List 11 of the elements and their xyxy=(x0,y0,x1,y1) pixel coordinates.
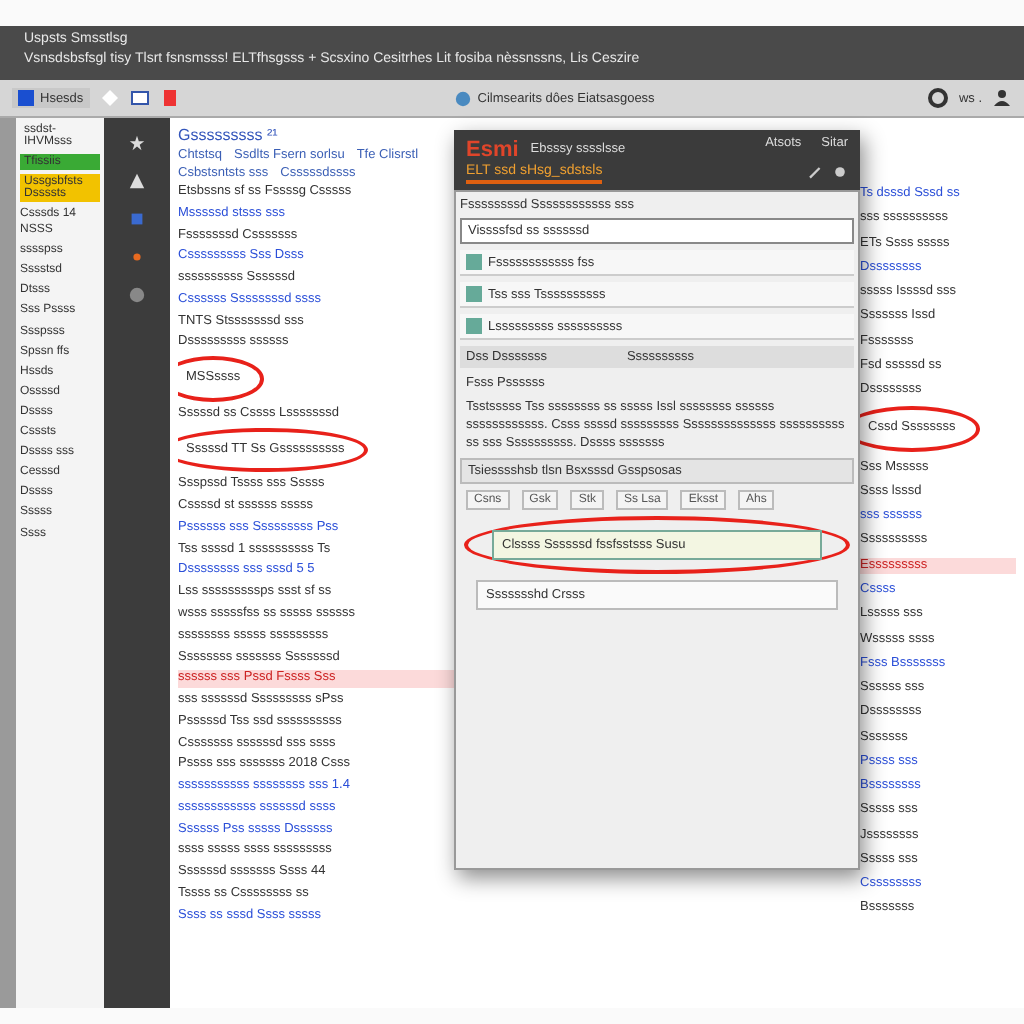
app-icon xyxy=(18,90,34,106)
user-icon[interactable] xyxy=(992,88,1012,108)
dialog-title: Esmi xyxy=(466,137,519,161)
star-icon[interactable] xyxy=(128,134,146,152)
pencil-icon[interactable] xyxy=(806,164,822,180)
logo-text: Gsssssssss ²¹ xyxy=(178,126,280,144)
document-icon[interactable] xyxy=(129,88,150,108)
circle-icon[interactable] xyxy=(128,286,146,304)
bookmark-icon[interactable] xyxy=(159,88,180,108)
triangle-icon[interactable] xyxy=(128,172,146,190)
dot-icon[interactable] xyxy=(128,248,146,266)
